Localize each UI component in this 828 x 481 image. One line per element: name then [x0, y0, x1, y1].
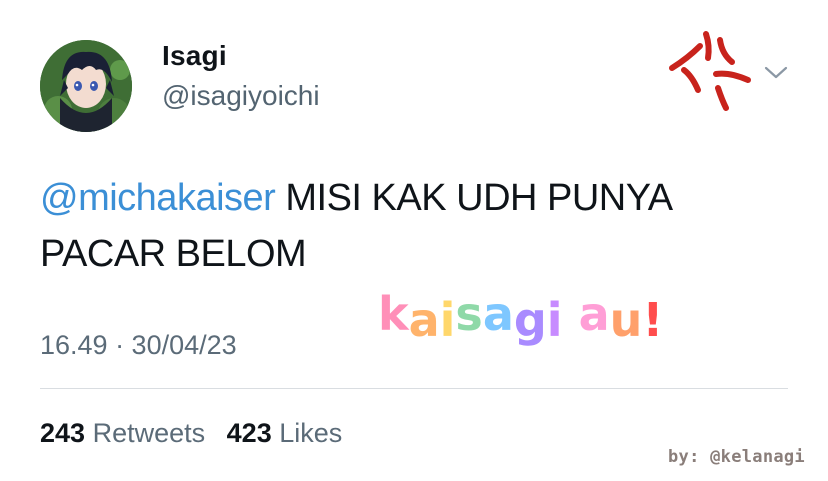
likes-count[interactable]: 423	[227, 418, 272, 448]
tweet-timestamp[interactable]: 16.49 · 30/04/23	[40, 330, 237, 361]
tweet-stats: 243 Retweets 423 Likes	[40, 418, 356, 449]
divider	[40, 388, 788, 389]
chevron-down-icon[interactable]	[762, 62, 790, 82]
anger-mark-icon	[669, 31, 751, 111]
tweet-text: @michakaiser MISI KAK UDH PUNYA PACAR BE…	[40, 170, 780, 282]
retweets-count[interactable]: 243	[40, 418, 85, 448]
avatar[interactable]	[40, 40, 132, 132]
retweets-label[interactable]: Retweets	[93, 418, 206, 448]
doodle-overlay: kaisagi au!	[378, 287, 662, 347]
mention-link[interactable]: @michakaiser	[40, 177, 276, 219]
likes-label[interactable]: Likes	[279, 418, 342, 448]
user-handle[interactable]: @isagiyoichi	[162, 80, 320, 112]
doodle-text: kaisagi au!	[378, 287, 662, 347]
credit-watermark: by: @kelanagi	[668, 447, 805, 467]
display-name[interactable]: Isagi	[162, 40, 227, 72]
avatar-image	[40, 40, 132, 132]
